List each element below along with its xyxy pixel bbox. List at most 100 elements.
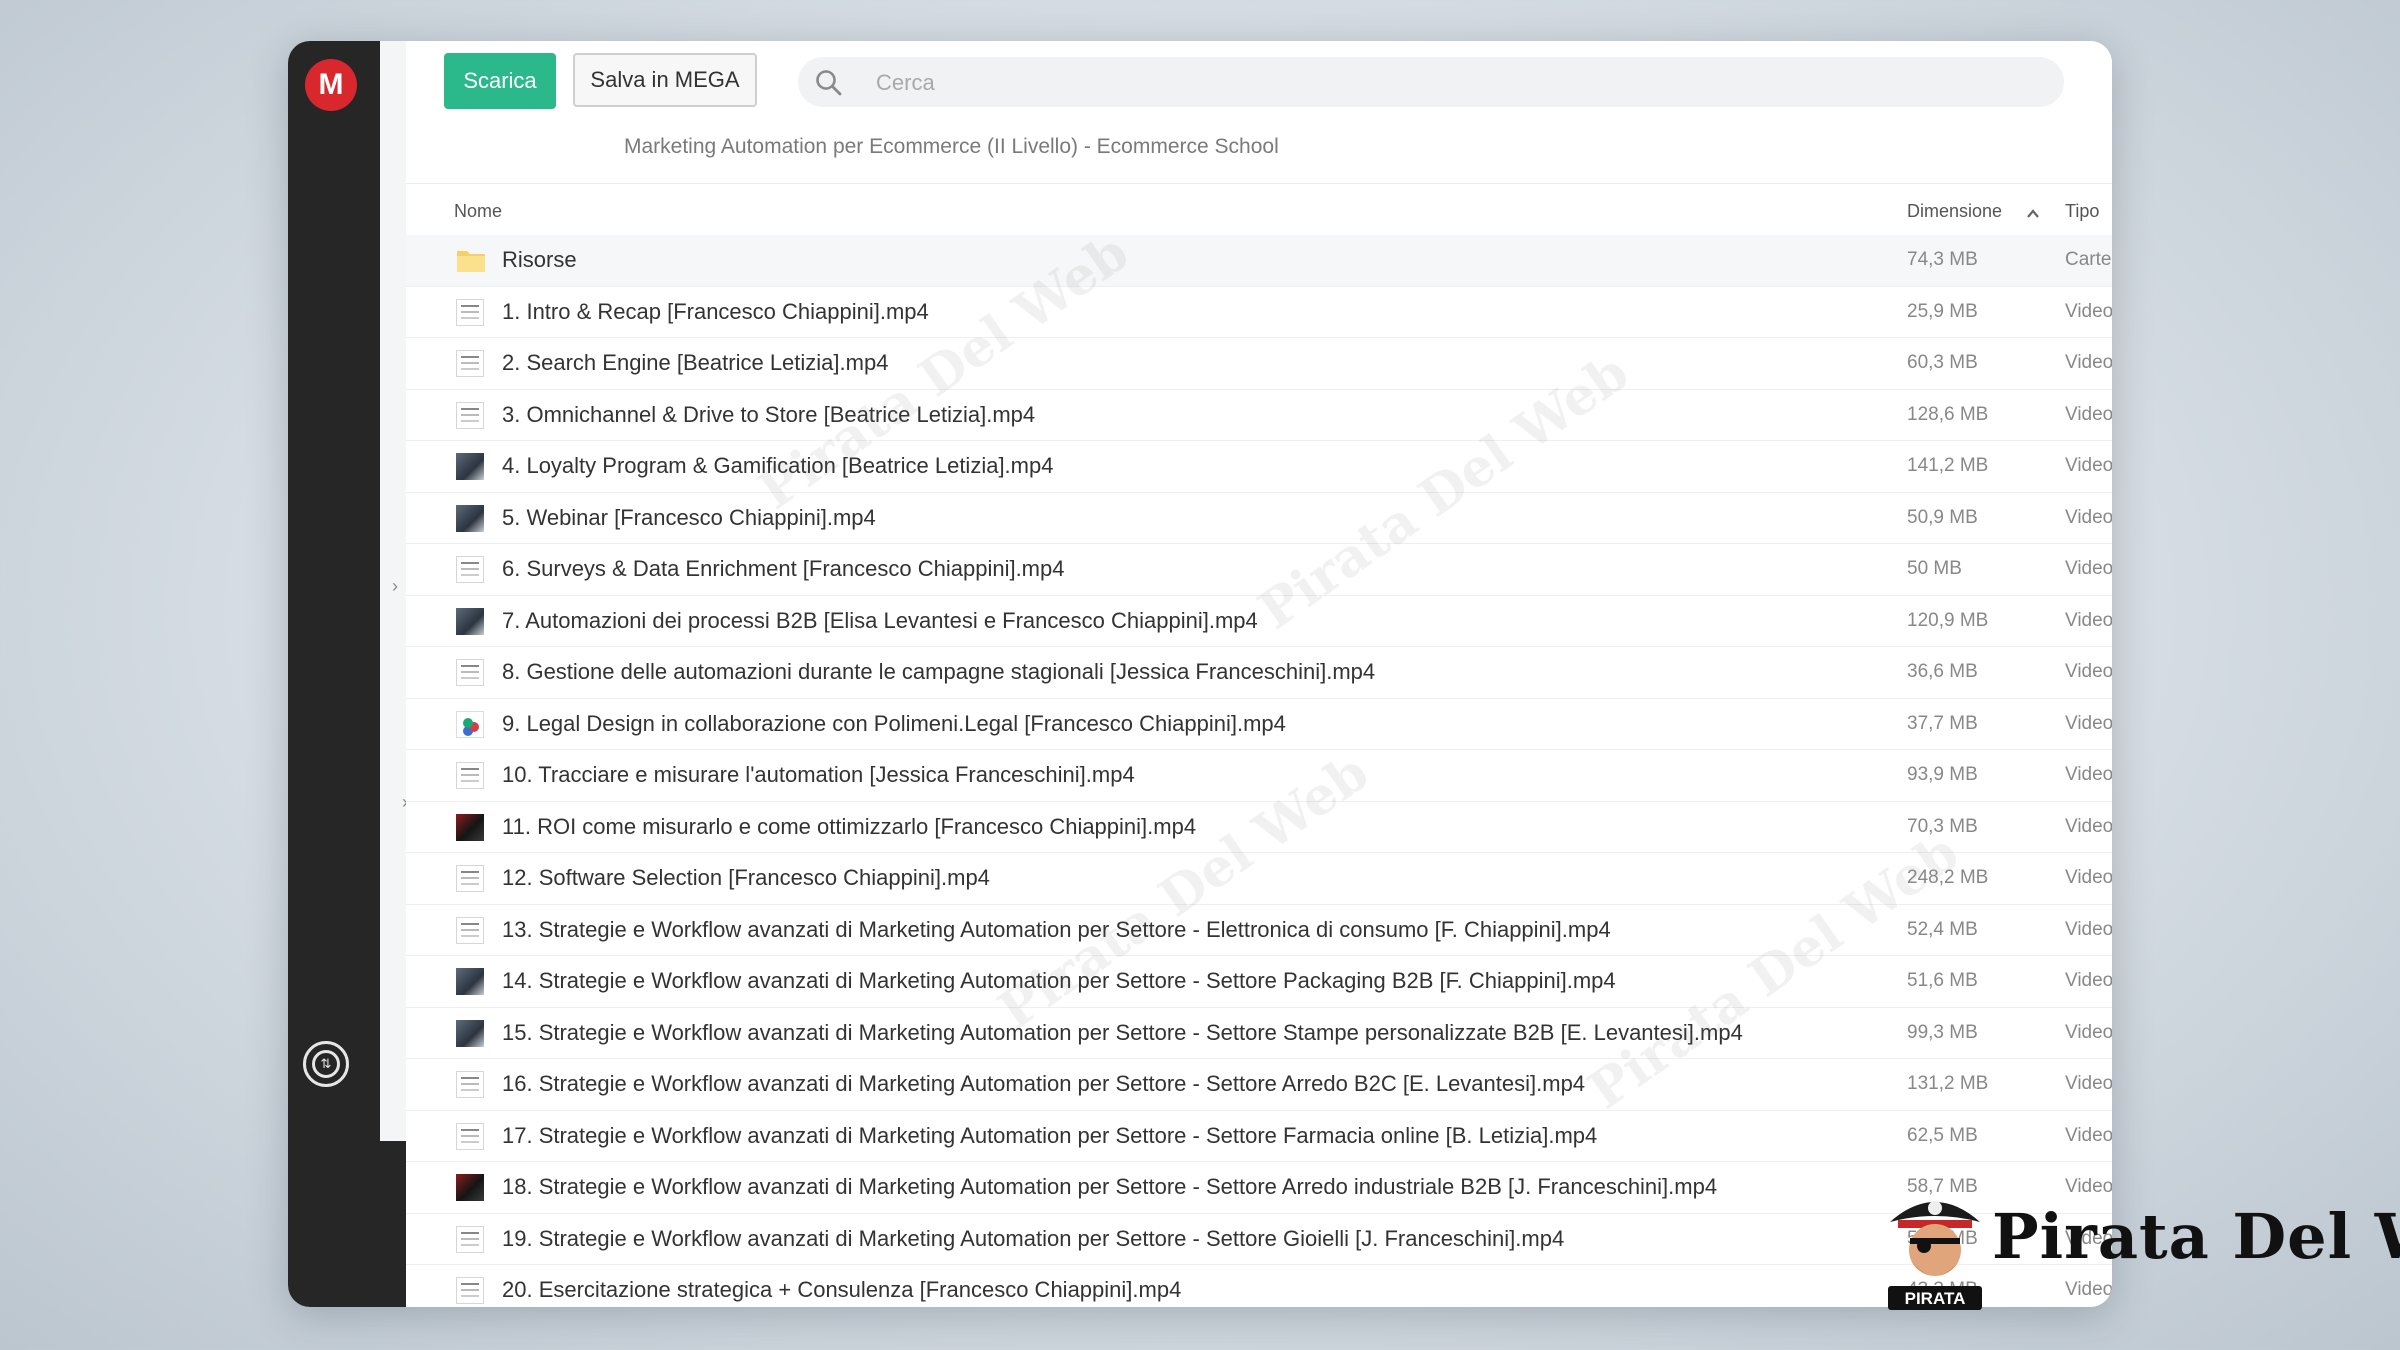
video-thumbnail-icon bbox=[456, 401, 484, 429]
video-thumbnail-icon bbox=[456, 1277, 484, 1304]
video-thumbnail-icon bbox=[456, 453, 484, 480]
file-size: 74,3 MB bbox=[1907, 249, 1978, 270]
file-name: 10. Tracciare e misurare l'automation [J… bbox=[502, 762, 1135, 787]
file-name: 11. ROI come misurarlo e come ottimizzar… bbox=[502, 813, 1197, 839]
file-size: 62,5 MB bbox=[1907, 1124, 1978, 1146]
file-name: 19. Strategie e Workflow avanzati di Mar… bbox=[502, 1225, 1565, 1251]
folder-icon bbox=[457, 251, 485, 272]
list-item[interactable]: 10. Tracciare e misurare l'automation [J… bbox=[406, 750, 2112, 802]
file-name: 15. Strategie e Workflow avanzati di Mar… bbox=[502, 1019, 1743, 1045]
file-name: 2. Search Engine [Beatrice Letizia].mp4 bbox=[502, 350, 889, 375]
column-header-type[interactable]: Tipo bbox=[2065, 201, 2099, 222]
transfer-icon[interactable]: ⇅ bbox=[303, 1041, 349, 1087]
save-to-mega-button[interactable]: Salva in MEGA bbox=[573, 53, 757, 107]
search-icon bbox=[816, 70, 842, 96]
file-type: Video MPEG-4 bbox=[2065, 1021, 2112, 1043]
file-type: Video MPEG-4 bbox=[2065, 609, 2112, 631]
file-type: Video MPEG-4 bbox=[2065, 300, 2112, 322]
list-item[interactable]: 4. Loyalty Program & Gamification [Beatr… bbox=[406, 441, 2112, 493]
list-item[interactable]: 15. Strategie e Workflow avanzati di Mar… bbox=[406, 1008, 2112, 1059]
sidebar-strip-shade bbox=[380, 1141, 406, 1307]
search-bar[interactable] bbox=[798, 57, 2064, 109]
list-item[interactable]: 1. Intro & Recap [Francesco Chiappini].m… bbox=[406, 287, 2112, 338]
file-type: Cartella bbox=[2065, 249, 2112, 270]
file-size: 52,4 MB bbox=[1907, 918, 1978, 940]
list-item[interactable]: 16. Strategie e Workflow avanzati di Mar… bbox=[406, 1059, 2112, 1111]
video-thumbnail-icon bbox=[456, 1019, 484, 1047]
file-size: 50,9 MB bbox=[1907, 506, 1978, 528]
breadcrumb: Marketing Automation per Ecommerce (II L… bbox=[624, 135, 1279, 158]
file-name: 9. Legal Design in collaborazione con Po… bbox=[502, 710, 1286, 736]
file-size: 60,3 MB bbox=[1907, 352, 1978, 373]
search-input[interactable] bbox=[874, 57, 2028, 109]
file-type: Video MPEG-4 bbox=[2065, 506, 2112, 528]
video-thumbnail-icon bbox=[456, 916, 484, 944]
file-name: 14. Strategie e Workflow avanzati di Mar… bbox=[502, 968, 1616, 993]
file-list: Risorse 74,3 MB Cartella 1. Intro & Reca… bbox=[406, 235, 2112, 1307]
file-type: Video MPEG-4 bbox=[2065, 918, 2112, 940]
file-type: Video MPEG-4 bbox=[2065, 970, 2112, 991]
file-type: Video MPEG-4 bbox=[2065, 712, 2112, 734]
column-header-size[interactable]: Dimensione bbox=[1907, 201, 2002, 222]
video-thumbnail-icon bbox=[456, 762, 484, 789]
file-name: 7. Automazioni dei processi B2B [Elisa L… bbox=[502, 607, 1258, 633]
pirata-watermark: PIRATA Pirata Del Web bbox=[1880, 1180, 2400, 1310]
mega-window: M ⇅ › › Scarica Salva in MEGA Marketing … bbox=[288, 41, 2112, 1307]
pirate-badge-label: PIRATA bbox=[1904, 1289, 1966, 1308]
list-item[interactable]: 14. Strategie e Workflow avanzati di Mar… bbox=[406, 956, 2112, 1008]
video-thumbnail-icon bbox=[456, 865, 484, 892]
video-thumbnail-icon bbox=[456, 504, 484, 532]
list-item[interactable]: 5. Webinar [Francesco Chiappini].mp4 50,… bbox=[406, 493, 2112, 544]
video-thumbnail-icon bbox=[456, 350, 484, 377]
file-size: 50 MB bbox=[1907, 558, 1962, 579]
file-size: 248,2 MB bbox=[1907, 867, 1989, 888]
video-thumbnail-icon bbox=[456, 607, 484, 635]
list-item[interactable]: Risorse 74,3 MB Cartella bbox=[406, 235, 2112, 287]
video-thumbnail-icon bbox=[456, 968, 484, 995]
file-type: Video MPEG-4 bbox=[2065, 815, 2112, 837]
file-type: Video MPEG-4 bbox=[2065, 403, 2112, 425]
file-name: 20. Esercitazione strategica + Consulenz… bbox=[502, 1277, 1182, 1302]
file-name: 8. Gestione delle automazioni durante le… bbox=[502, 659, 1376, 684]
video-thumbnail-icon bbox=[456, 659, 484, 686]
sidebar-strip bbox=[380, 41, 407, 1307]
file-name: 5. Webinar [Francesco Chiappini].mp4 bbox=[502, 504, 876, 530]
file-name: 16. Strategie e Workflow avanzati di Mar… bbox=[502, 1071, 1586, 1096]
file-name: 17. Strategie e Workflow avanzati di Mar… bbox=[502, 1122, 1598, 1148]
file-name: 12. Software Selection [Francesco Chiapp… bbox=[502, 865, 990, 890]
file-size: 131,2 MB bbox=[1907, 1073, 1989, 1094]
mega-logo[interactable]: M bbox=[305, 59, 357, 111]
video-thumbnail-icon bbox=[456, 710, 484, 738]
list-item[interactable]: 6. Surveys & Data Enrichment [Francesco … bbox=[406, 544, 2112, 596]
list-item[interactable]: 11. ROI come misurarlo e come ottimizzar… bbox=[406, 802, 2112, 853]
file-size: 25,9 MB bbox=[1907, 300, 1978, 322]
file-size: 99,3 MB bbox=[1907, 1021, 1978, 1043]
video-thumbnail-icon bbox=[456, 1122, 484, 1150]
expand-sidebar-chevron-icon[interactable]: › bbox=[392, 577, 398, 595]
header-divider bbox=[406, 183, 2112, 184]
file-name: 6. Surveys & Data Enrichment [Francesco … bbox=[502, 556, 1065, 581]
file-size: 93,9 MB bbox=[1907, 764, 1978, 785]
download-button[interactable]: Scarica bbox=[444, 53, 556, 109]
file-name: 1. Intro & Recap [Francesco Chiappini].m… bbox=[502, 298, 929, 324]
list-item[interactable]: 17. Strategie e Workflow avanzati di Mar… bbox=[406, 1111, 2112, 1162]
list-item[interactable]: 8. Gestione delle automazioni durante le… bbox=[406, 647, 2112, 699]
column-header-name[interactable]: Nome bbox=[454, 201, 502, 222]
file-size: 70,3 MB bbox=[1907, 815, 1978, 837]
video-thumbnail-icon bbox=[456, 298, 484, 326]
list-item[interactable]: 9. Legal Design in collaborazione con Po… bbox=[406, 699, 2112, 750]
list-item[interactable]: 7. Automazioni dei processi B2B [Elisa L… bbox=[406, 596, 2112, 647]
list-item[interactable]: 19. Strategie e Workflow avanzati di Mar… bbox=[406, 1214, 2112, 1265]
file-type: Video MPEG-4 bbox=[2065, 661, 2112, 682]
list-item[interactable]: 18. Strategie e Workflow avanzati di Mar… bbox=[406, 1162, 2112, 1214]
list-item[interactable]: 12. Software Selection [Francesco Chiapp… bbox=[406, 853, 2112, 905]
file-size: 128,6 MB bbox=[1907, 403, 1989, 425]
sort-ascending-icon[interactable] bbox=[2024, 205, 2042, 223]
file-type: Video MPEG-4 bbox=[2065, 867, 2112, 888]
file-size: 36,6 MB bbox=[1907, 661, 1978, 682]
file-type: Video MPEG-4 bbox=[2065, 1073, 2112, 1094]
list-item[interactable]: 2. Search Engine [Beatrice Letizia].mp4 … bbox=[406, 338, 2112, 390]
list-item[interactable]: 20. Esercitazione strategica + Consulenz… bbox=[406, 1265, 2112, 1307]
list-item[interactable]: 13. Strategie e Workflow avanzati di Mar… bbox=[406, 905, 2112, 956]
list-item[interactable]: 3. Omnichannel & Drive to Store [Beatric… bbox=[406, 390, 2112, 441]
